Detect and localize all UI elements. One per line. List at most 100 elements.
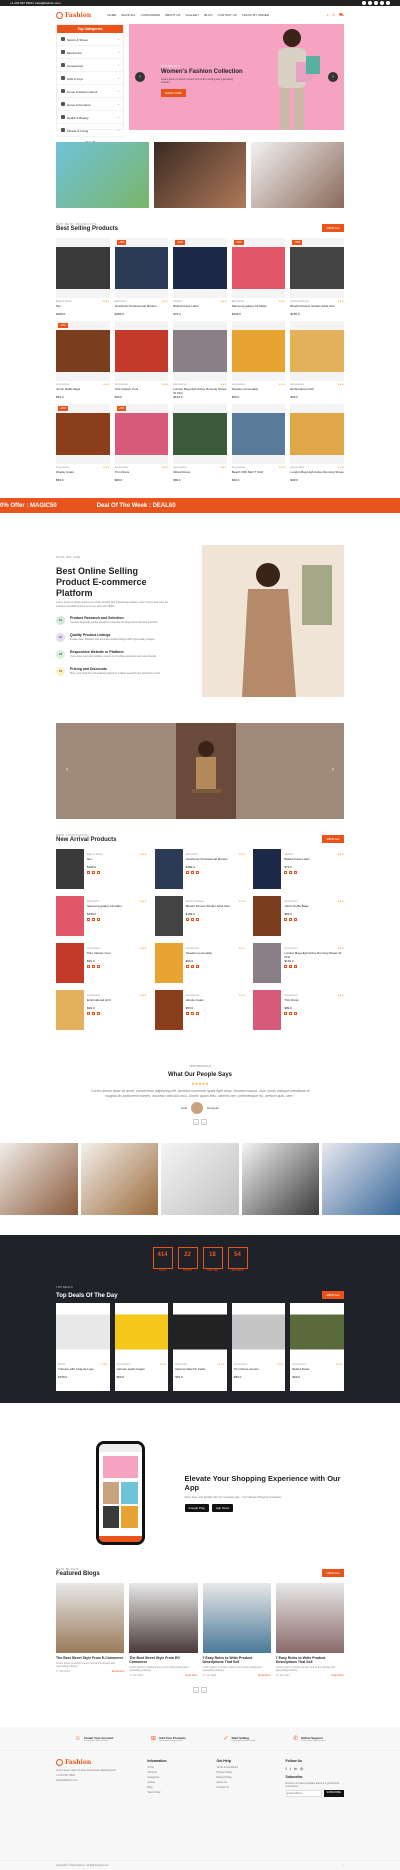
product-image[interactable]: [154, 990, 183, 1030]
footer-link[interactable]: Track Order: [147, 1791, 196, 1794]
product-name[interactable]: Junch Duffle Bags: [284, 904, 344, 911]
blog-image[interactable]: [56, 1582, 125, 1653]
blog-image[interactable]: [129, 1582, 198, 1653]
eye-icon[interactable]: [195, 918, 199, 921]
product-card[interactable]: Accessories ★★★ London Bag High Active Run…: [290, 404, 344, 482]
heart-icon[interactable]: [92, 965, 95, 968]
blog-card[interactable]: 7 Easy Rules to Write Product Descriptio…: [202, 1582, 271, 1677]
product-name[interactable]: Sweater personality: [186, 951, 246, 958]
product-name[interactable]: Trim Dress: [115, 470, 169, 477]
product-name[interactable]: BlueFit Fitness Stroller Adult Size: [290, 304, 344, 311]
gallery-image[interactable]: [241, 1142, 320, 1215]
chevron-left-icon[interactable]: ‹: [135, 72, 145, 82]
view-all-button[interactable]: VIEW ALL: [322, 1290, 344, 1299]
view-all-button[interactable]: VIEW ALL: [322, 224, 344, 232]
nav-home[interactable]: HOME: [107, 13, 116, 17]
nav-blog[interactable]: BLOG: [204, 13, 212, 17]
eye-icon[interactable]: [97, 1012, 100, 1015]
product-name[interactable]: Belted Dress Lahls: [284, 857, 344, 864]
chevron-left-icon[interactable]: ‹: [193, 1118, 199, 1125]
product-image[interactable]: [253, 896, 282, 936]
product-image[interactable]: [56, 896, 84, 936]
product-image[interactable]: [290, 1302, 344, 1361]
footer-link[interactable]: Terms & Conditions: [216, 1766, 265, 1769]
footer-link[interactable]: Home: [147, 1766, 196, 1769]
product-card[interactable]: Accessories ★★★ Sweater personality $59.0: [231, 321, 286, 399]
product-name[interactable]: Heimee saptic bagan: [115, 1367, 169, 1374]
product-image[interactable]: [173, 404, 227, 464]
eye-icon[interactable]: [294, 1012, 298, 1015]
deal-card[interactable]: Accessories ★★★ Belted Dress $99.0: [290, 1302, 344, 1391]
arrival-card[interactable]: Accessories ★★★ Embroidered shirt $99.0: [56, 990, 147, 1032]
deal-card[interactable]: Sports ★★★ Trainers with Insignia Logo $159…: [56, 1302, 110, 1391]
category-item[interactable]: Health & Beauty ›: [57, 111, 123, 124]
cart-icon[interactable]: ⛟: [339, 12, 344, 18]
logo[interactable]: Fashion: [56, 11, 91, 19]
instagram-icon[interactable]: ◎: [300, 1766, 304, 1771]
chevron-right-icon[interactable]: ›: [201, 1687, 207, 1694]
product-name[interactable]: Junch Duffle Bags: [56, 387, 110, 394]
product-image[interactable]: -15%: [290, 238, 344, 298]
product-image[interactable]: [253, 943, 282, 983]
eye-icon[interactable]: [97, 965, 100, 968]
product-name[interactable]: BlueFit Fitness Stroller Adult Size: [186, 904, 246, 911]
footer-link[interactable]: Blog: [147, 1786, 196, 1789]
product-image[interactable]: [290, 321, 344, 381]
product-name[interactable]: Trainers with Insignia Logo: [56, 1367, 110, 1374]
category-item[interactable]: Home & Kitchen Decor ›: [57, 85, 123, 98]
product-image[interactable]: -10%: [231, 238, 286, 298]
product-name[interactable]: ViewSonic Professional Monitor: [115, 304, 169, 311]
product-image[interactable]: [154, 943, 183, 983]
deal-card[interactable]: Electronics ★★★ Nesman Electric Kettle $79.…: [173, 1302, 227, 1391]
search-icon[interactable]: ⌕: [327, 12, 329, 18]
product-name[interactable]: Samsung galaxy A9 tablet: [232, 304, 286, 311]
product-image[interactable]: [56, 238, 110, 298]
product-image[interactable]: [231, 1302, 286, 1361]
product-name[interactable]: Samsung galaxy A9 tablet: [87, 904, 147, 911]
arrival-card[interactable]: Bags & Shoes ★★★ Nel $189.0: [56, 849, 147, 891]
product-image[interactable]: -20%: [173, 238, 227, 298]
product-image[interactable]: -15%: [114, 238, 169, 298]
heart-icon[interactable]: [190, 918, 194, 921]
eye-icon[interactable]: [294, 965, 298, 968]
heart-icon[interactable]: [92, 871, 95, 874]
video-banner[interactable]: ‹ ›: [56, 723, 344, 819]
eye-icon[interactable]: [195, 871, 199, 874]
footer-link[interactable]: Refund Policy: [216, 1776, 265, 1779]
arrival-card[interactable]: Accessories ★★★ Woolie Coats $59.0: [154, 990, 246, 1032]
eye-icon[interactable]: [294, 871, 298, 874]
product-name[interactable]: Polo Classic Cool: [115, 387, 169, 394]
read-more-link[interactable]: Read More: [185, 1674, 197, 1677]
view-all-button[interactable]: VIEW ALL: [322, 1568, 344, 1577]
product-image[interactable]: -15%: [56, 404, 110, 464]
arrow-up-icon[interactable]: ↑: [343, 1864, 344, 1867]
product-name[interactable]: Sweater personality: [232, 387, 286, 394]
category-item[interactable]: Sports & Shoes ›: [57, 33, 123, 46]
product-name[interactable]: Woolie Coats: [56, 470, 110, 477]
product-card[interactable]: Accessories ★★★ Beach Fifth Skirt T Shirt $…: [231, 404, 286, 482]
cart-icon[interactable]: [284, 965, 288, 968]
cart-icon[interactable]: [185, 918, 189, 921]
app-store-button[interactable]: App Store: [211, 1503, 234, 1512]
product-image[interactable]: [114, 321, 169, 381]
heart-icon[interactable]: [190, 965, 194, 968]
footer-logo[interactable]: Fashion: [56, 1759, 127, 1767]
product-image[interactable]: [154, 849, 183, 889]
nav-gallery[interactable]: GALLERY: [185, 13, 199, 17]
product-card[interactable]: -20% Accessories ★★★ Trim Dress $89.0: [114, 404, 169, 482]
product-image[interactable]: [173, 321, 227, 381]
product-name[interactable]: Trim Dress women: [232, 1367, 286, 1374]
cart-icon[interactable]: [87, 871, 90, 874]
product-name[interactable]: Embroidered shirt: [87, 998, 147, 1005]
deal-card[interactable]: Accessories ★★★ Trim Dress women $89.0: [231, 1302, 286, 1391]
promo-tile[interactable]: [251, 142, 345, 208]
product-card[interactable]: -15% Accessories ★★★ Woolie Coats $59.0: [56, 404, 110, 482]
arrival-card[interactable]: Accessories ★★★ Trim Dress $89.0: [253, 990, 344, 1032]
user-icon[interactable]: ☺: [332, 12, 336, 18]
nav-shop-all[interactable]: SHOP ALL: [121, 13, 135, 17]
product-name[interactable]: Beach Fifth Skirt T Shirt: [232, 470, 286, 477]
product-card[interactable]: -15% Sports & Fitness ★★★ BlueFit Fitness S…: [290, 238, 344, 316]
email-field[interactable]: [285, 1790, 322, 1798]
promo-tile[interactable]: [56, 142, 149, 208]
read-more-link[interactable]: Read More: [258, 1674, 270, 1677]
